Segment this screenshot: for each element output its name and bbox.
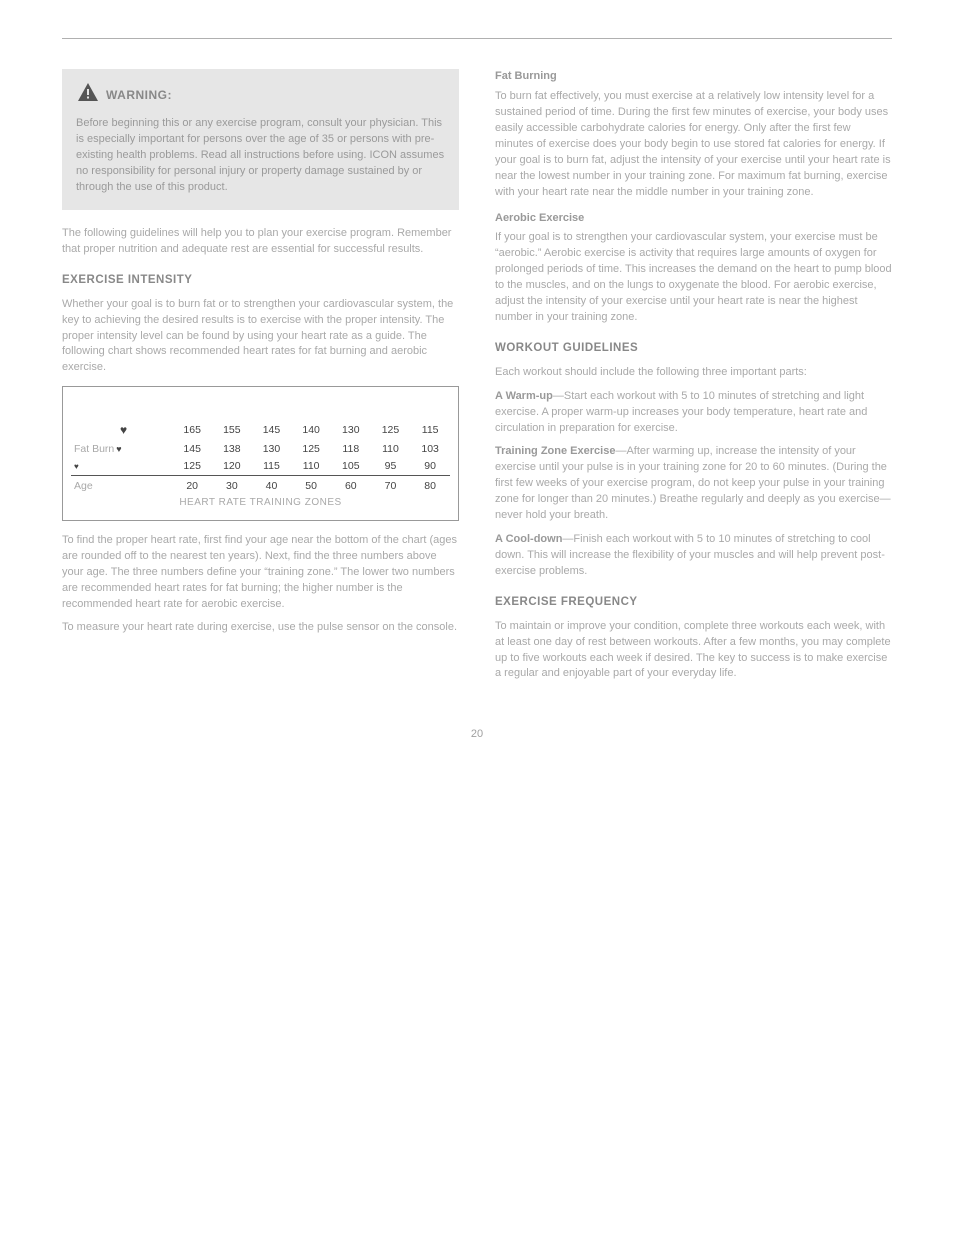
cell: 50 [291, 478, 331, 495]
cooldown-label: A Cool-down [495, 533, 562, 545]
chart-title [71, 397, 450, 413]
row-label: ♥ [71, 421, 172, 440]
cell: 70 [371, 478, 411, 495]
cell: 138 [212, 441, 252, 458]
cell: 90 [410, 458, 450, 476]
heart-icon: ♥ [116, 444, 121, 454]
warmup-label: A Warm-up [495, 390, 553, 402]
intro-paragraph: The following guidelines will help you t… [62, 226, 459, 258]
exercise-frequency-body: To maintain or improve your condition, c… [495, 619, 892, 683]
heart-icon: ♥ [120, 423, 127, 437]
cooldown-para: A Cool-down—Finish each workout with 5 t… [495, 532, 892, 580]
heart-icon: ♥ [74, 462, 79, 471]
cell: 115 [410, 421, 450, 440]
cell: 120 [212, 458, 252, 476]
warning-box: WARNING: Before beginning this or any ex… [62, 69, 459, 210]
cell: 118 [331, 441, 371, 458]
right-column: Fat Burning To burn fat effectively, you… [495, 69, 892, 690]
cell: 155 [212, 421, 252, 440]
cell: 110 [371, 441, 411, 458]
row-label: Age [71, 478, 172, 495]
cell: 125 [172, 458, 212, 476]
table-row: Fat Burn♥ 145 138 130 125 118 110 103 [71, 441, 450, 458]
top-rule [62, 38, 892, 39]
heart-rate-chart: ♥ 165 155 145 140 130 125 115 Fat Burn♥ [62, 386, 459, 520]
table-row: ♥ 165 155 145 140 130 125 115 [71, 421, 450, 440]
fat-burning-body: To burn fat effectively, you must exerci… [495, 89, 892, 201]
row-label: Fat Burn♥ [71, 441, 172, 458]
cell: 105 [331, 458, 371, 476]
warning-body: Before beginning this or any exercise pr… [76, 116, 445, 196]
row-label: ♥ [71, 458, 172, 476]
warning-heading: WARNING: [76, 81, 445, 110]
left-column: WARNING: Before beginning this or any ex… [62, 69, 459, 690]
cell: 40 [252, 478, 292, 495]
training-zone-para: Training Zone Exercise—After warming up,… [495, 444, 892, 524]
cell: 130 [252, 441, 292, 458]
fat-burning-heading: Fat Burning [495, 69, 892, 85]
table-row: ♥ 125 120 115 110 105 95 90 [71, 458, 450, 476]
cell: 103 [410, 441, 450, 458]
workout-guidelines-heading: WORKOUT GUIDELINES [495, 340, 892, 357]
warmup-para: A Warm-up—Start each workout with 5 to 1… [495, 389, 892, 437]
warning-label: WARNING: [106, 87, 172, 104]
training-zone-label: Training Zone Exercise [495, 445, 615, 457]
exercise-frequency-heading: EXERCISE FREQUENCY [495, 594, 892, 611]
cell: 80 [410, 478, 450, 495]
cell: 145 [252, 421, 292, 440]
below-chart-para2: To measure your heart rate during exerci… [62, 620, 459, 636]
exercise-intensity-heading: EXERCISE INTENSITY [62, 272, 459, 289]
heart-rate-table: ♥ 165 155 145 140 130 125 115 Fat Burn♥ [71, 421, 450, 512]
cell: 140 [291, 421, 331, 440]
intensity-paragraph: Whether your goal is to burn fat or to s… [62, 297, 459, 377]
cell: 125 [291, 441, 331, 458]
cell: 95 [371, 458, 411, 476]
table-footer: HEART RATE TRAINING ZONES [71, 495, 450, 512]
cell: 125 [371, 421, 411, 440]
cell: 145 [172, 441, 212, 458]
workout-guidelines-intro: Each workout should include the followin… [495, 365, 892, 381]
table-row: Age 20 30 40 50 60 70 80 [71, 478, 450, 495]
cell: 20 [172, 478, 212, 495]
cell: 115 [252, 458, 292, 476]
chart-footer: HEART RATE TRAINING ZONES [71, 495, 450, 512]
cell: 30 [212, 478, 252, 495]
aerobic-body: If your goal is to strengthen your cardi… [495, 230, 892, 326]
page-number: 20 [62, 728, 892, 740]
aerobic-heading: Aerobic Exercise [495, 211, 892, 227]
warning-icon [76, 81, 106, 110]
cell: 165 [172, 421, 212, 440]
cell: 60 [331, 478, 371, 495]
cell: 130 [331, 421, 371, 440]
below-chart-para1: To find the proper heart rate, first fin… [62, 533, 459, 613]
cell: 110 [291, 458, 331, 476]
two-column-layout: WARNING: Before beginning this or any ex… [62, 69, 892, 690]
